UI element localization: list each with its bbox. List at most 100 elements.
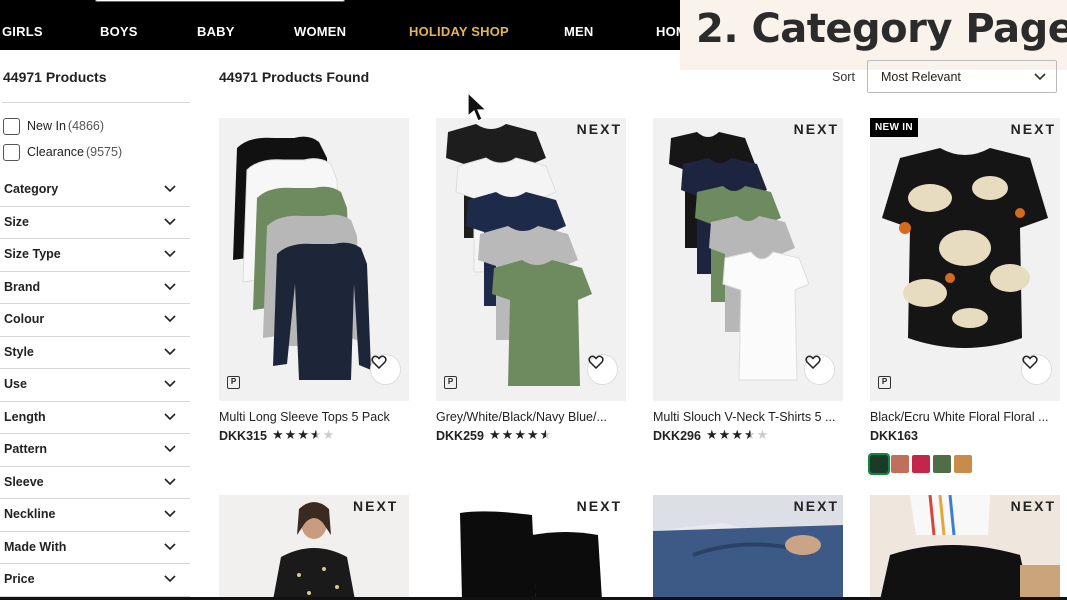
- checkbox-count: (4866): [67, 119, 105, 133]
- product-image[interactable]: NEXT P: [436, 118, 626, 401]
- star-icon: ★: [322, 427, 336, 442]
- star-icon: ★: [297, 427, 310, 442]
- tutorial-title: 2. Category Page: [696, 6, 1067, 52]
- nav-item-women[interactable]: WOMEN: [294, 24, 346, 39]
- product-name[interactable]: Multi Long Sleeve Tops 5 Pack: [219, 410, 419, 424]
- divider: [2, 102, 190, 103]
- nav-item-men[interactable]: MEN: [564, 24, 594, 39]
- colour-swatch[interactable]: [954, 455, 972, 473]
- facet-made-with[interactable]: Made With: [0, 532, 190, 564]
- heart-icon: [588, 355, 604, 369]
- filter-clearance[interactable]: Clearance (9575): [3, 143, 122, 161]
- mouse-cursor-icon: [467, 92, 488, 122]
- facet-label: Price: [4, 572, 35, 586]
- facet-pattern[interactable]: Pattern: [0, 434, 190, 467]
- product-price: DKK315: [219, 429, 267, 443]
- wishlist-button[interactable]: [1021, 354, 1052, 385]
- facet-brand[interactable]: Brand: [0, 272, 190, 304]
- colour-swatch[interactable]: [891, 455, 909, 473]
- sort-select[interactable]: Most Relevant: [867, 60, 1057, 93]
- star-rating: ★★★★★: [272, 427, 335, 443]
- heart-icon: [1022, 355, 1038, 369]
- chevron-down-icon: [164, 250, 176, 258]
- facet-size-type[interactable]: Size Type: [0, 239, 190, 272]
- filter-new-in[interactable]: New In (4866): [3, 117, 104, 135]
- filter-sidebar: 44971 Products New In (4866) Clearance (…: [0, 50, 192, 600]
- sort-value: Most Relevant: [881, 70, 961, 84]
- checkbox[interactable]: [3, 143, 20, 161]
- facet-label: Made With: [4, 539, 67, 554]
- wishlist-button[interactable]: [804, 354, 835, 385]
- chevron-down-icon: [164, 347, 176, 355]
- nav-item-holiday-shop[interactable]: HOLIDAY SHOP: [409, 24, 509, 39]
- facet-use[interactable]: Use: [0, 369, 190, 402]
- star-icon: ★: [743, 427, 757, 442]
- search-input[interactable]: [95, 0, 345, 2]
- heart-icon: [371, 355, 387, 369]
- colour-swatches: [868, 453, 972, 475]
- brand-logo: NEXT: [1010, 121, 1056, 137]
- product-name[interactable]: Multi Slouch V-Neck T-Shirts 5 ...: [653, 410, 853, 424]
- star-icon: ★: [272, 427, 285, 442]
- star-rating: ★★★★★: [489, 427, 552, 443]
- chevron-down-icon: [164, 185, 176, 193]
- colour-swatch[interactable]: [933, 455, 951, 473]
- checkbox-label: New In: [27, 119, 66, 133]
- product-price: DKK163: [870, 429, 918, 443]
- wishlist-button[interactable]: [370, 354, 401, 385]
- brand-logo: NEXT: [353, 498, 399, 514]
- chevron-down-icon: [164, 575, 176, 583]
- facet-length[interactable]: Length: [0, 402, 190, 434]
- checkbox-count: (9575): [85, 145, 123, 159]
- facet-size[interactable]: Size: [0, 207, 190, 239]
- product-image[interactable]: NEXT: [653, 118, 843, 401]
- star-icon: ★: [284, 427, 298, 442]
- nav-item-boys[interactable]: BOYS: [100, 24, 138, 39]
- facet-label: Brand: [4, 279, 41, 294]
- facet-category[interactable]: Category: [0, 174, 190, 207]
- facet-neckline[interactable]: Neckline: [0, 499, 190, 532]
- product-name[interactable]: Grey/White/Black/Navy Blue/...: [436, 410, 636, 424]
- product-image[interactable]: P: [219, 118, 409, 401]
- product-image[interactable]: NEW IN NEXT P: [870, 118, 1060, 401]
- chevron-down-icon: [1034, 73, 1046, 81]
- colour-swatch[interactable]: [868, 453, 890, 475]
- facet-label: Size: [4, 214, 30, 229]
- facet-sleeve[interactable]: Sleeve: [0, 467, 190, 499]
- chevron-down-icon: [164, 282, 176, 290]
- star-icon: ★: [526, 427, 540, 442]
- star-icon: ★: [706, 427, 719, 442]
- facet-colour[interactable]: Colour: [0, 304, 190, 337]
- chevron-down-icon: [164, 510, 176, 518]
- nav-item-girls[interactable]: GIRLS: [2, 24, 43, 39]
- facet-label: Category: [4, 182, 59, 196]
- new-in-badge: NEW IN: [870, 118, 918, 137]
- chevron-down-icon: [164, 315, 176, 323]
- facet-label: Size Type: [4, 247, 61, 261]
- star-icon: ★: [309, 427, 323, 442]
- colour-swatch[interactable]: [912, 455, 930, 473]
- star-icon: ★: [514, 427, 527, 442]
- chevron-down-icon: [164, 542, 176, 550]
- checkbox[interactable]: [3, 117, 20, 135]
- product-price: DKK259: [436, 429, 484, 443]
- facet-style[interactable]: Style: [0, 337, 190, 369]
- sidebar-product-count: 44971 Products: [3, 69, 107, 85]
- chevron-down-icon: [164, 445, 176, 453]
- sort-label: Sort: [832, 70, 855, 84]
- chevron-down-icon: [164, 380, 176, 388]
- nav-item-baby[interactable]: BABY: [197, 24, 235, 39]
- star-icon: ★: [756, 427, 770, 442]
- facet-price[interactable]: Price: [0, 564, 190, 597]
- facet-label: Colour: [4, 312, 45, 326]
- heart-icon: [805, 355, 821, 369]
- product-name[interactable]: Black/Ecru White Floral Floral ...: [870, 410, 1067, 424]
- wishlist-button[interactable]: [587, 354, 618, 385]
- brand-logo: NEXT: [793, 121, 839, 137]
- pay-icon: P: [878, 376, 891, 389]
- star-rating: ★★★★★: [706, 427, 769, 443]
- pay-icon: P: [227, 376, 240, 389]
- facet-label: Length: [4, 409, 46, 424]
- chevron-down-icon: [164, 477, 176, 485]
- facet-label: Sleeve: [4, 474, 44, 489]
